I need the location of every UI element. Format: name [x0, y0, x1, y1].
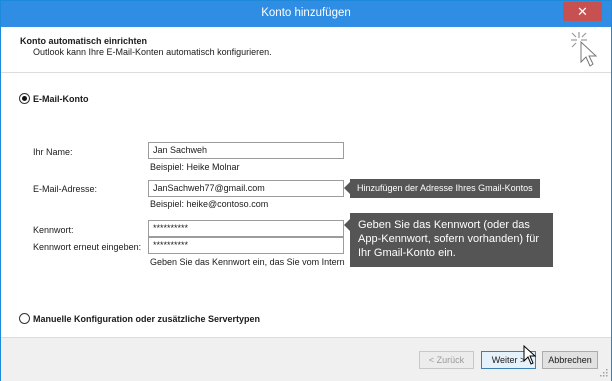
email-callout: Hinzufügen der Adresse Ihres Gmail-Konto…	[344, 179, 540, 198]
name-hint: Beispiel: Heike Molnar	[150, 162, 240, 172]
back-button[interactable]: < Zurück	[419, 351, 474, 369]
password-confirm-label: Kennwort erneut eingeben:	[33, 242, 142, 252]
add-account-dialog: Konto hinzufügen ✕ Konto automatisch ein…	[0, 0, 612, 381]
header-title: Konto automatisch einrichten	[20, 36, 148, 46]
close-button[interactable]: ✕	[563, 2, 602, 21]
title-bar[interactable]: Konto hinzufügen ✕	[1, 1, 611, 27]
password-label: Kennwort:	[33, 225, 74, 235]
resize-grip-icon[interactable]	[598, 367, 608, 377]
header-panel: Konto automatisch einrichten Outlook kan…	[1, 27, 611, 73]
name-label: Ihr Name:	[33, 147, 73, 157]
password-confirm-field[interactable]: **********	[148, 237, 344, 254]
name-field[interactable]: Jan Sachweh	[148, 142, 344, 159]
button-bar: < Zurück Weiter > Abbrechen	[1, 337, 611, 381]
password-field[interactable]: **********	[148, 220, 344, 237]
email-label: E-Mail-Adresse:	[33, 184, 98, 194]
cancel-button[interactable]: Abbrechen	[542, 351, 598, 369]
header-subtitle: Outlook kann Ihre E-Mail-Konten automati…	[33, 47, 272, 57]
email-account-label[interactable]: E-Mail-Konto	[33, 94, 89, 104]
manual-config-radio[interactable]	[19, 313, 30, 324]
manual-config-label[interactable]: Manuelle Konfiguration oder zusätzliche …	[33, 314, 260, 324]
magic-wand-cursor-icon	[571, 32, 598, 67]
mouse-pointer-icon	[523, 345, 537, 365]
password-callout: Geben Sie das Kennwort (oder das App-Ken…	[344, 213, 553, 267]
email-hint: Beispiel: heike@contoso.com	[150, 199, 269, 209]
window-title: Konto hinzufügen	[261, 7, 351, 19]
form-panel: E-Mail-Konto Ihr Name: Jan Sachweh Beisp…	[1, 74, 611, 334]
email-field[interactable]: JanSachweh77@gmail.com	[148, 180, 344, 197]
password-hint: Geben Sie das Kennwort ein, das Sie vom …	[150, 257, 345, 267]
email-account-radio[interactable]	[19, 93, 30, 104]
